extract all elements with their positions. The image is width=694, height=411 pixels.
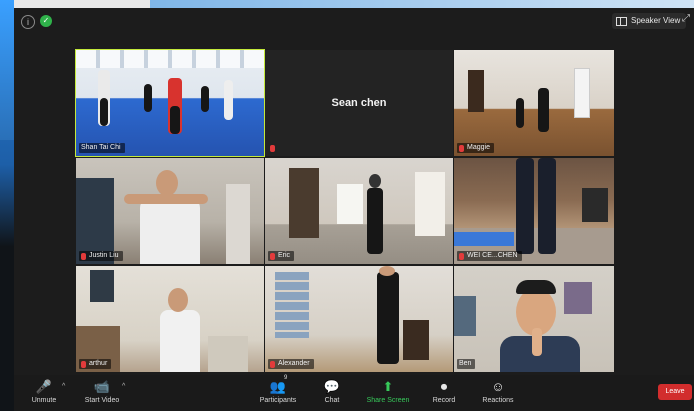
video-tile-sean-chen[interactable]: Sean chen [265,50,453,156]
participant-name: Shan Tai Chi [81,144,121,151]
muted-mic-icon [270,252,275,260]
participant-name-large: Sean chen [331,97,387,109]
muted-mic-icon [81,360,86,368]
chat-label: Chat [324,397,340,404]
participant-name-tag: Alexander [268,359,314,369]
video-tile-justin-liu[interactable]: Justin Liu [76,158,264,264]
audio-options-chevron-icon[interactable]: ^ [62,383,65,390]
desktop-edge [0,0,14,140]
muted-mic-icon [459,252,464,260]
chat-button[interactable]: 💬 Chat [302,377,362,409]
view-grid-icon [616,16,627,26]
video-tile-maggie[interactable]: Maggie [454,50,614,156]
video-tile-shan-tai-chi[interactable]: Shan Tai Chi [75,49,265,157]
leave-button[interactable]: Leave [658,384,692,400]
share-screen-button[interactable]: ⬆ Share Screen [358,377,418,409]
participants-label: Participants [259,397,297,404]
participant-name-tag: Shan Tai Chi [79,143,125,153]
participant-name-tag [268,143,279,153]
unmute-button[interactable]: 🎤 Unmute [14,377,74,409]
participant-name: Alexander [278,360,310,367]
video-tile-wei-ce-chen[interactable]: WEI CE...CHEN [454,158,614,264]
record-icon: ⏺ [440,379,448,394]
fullscreen-icon[interactable]: ⤢ [682,14,692,24]
video-tile-eric[interactable]: Eric [265,158,453,264]
record-button[interactable]: ⏺ Record [414,377,474,409]
chat-bubble-icon: 💬 [323,379,341,394]
participants-icon: 👥 [269,379,287,394]
participant-name: Maggie [467,144,490,151]
video-tile-arthur[interactable]: arthur [76,266,264,372]
participant-name: WEI CE...CHEN [467,252,518,259]
participants-button[interactable]: 👥 9 Participants [248,375,308,409]
participant-name-tag: Maggie [457,143,494,153]
meeting-toolbar: 🎤 Unmute ^ 📹 Start Video ^ 👥 9 Participa… [14,375,694,411]
participant-name-tag: Ben [457,359,476,369]
video-tile-ben[interactable]: Ben [454,266,614,372]
start-video-label: Start Video [84,397,120,404]
record-label: Record [432,397,456,404]
video-tile-alexander[interactable]: Alexander [265,266,453,372]
participant-name: Justin Liu [89,252,119,259]
unmute-label: Unmute [31,397,57,404]
share-screen-label: Share Screen [366,397,410,404]
video-options-chevron-icon[interactable]: ^ [122,383,125,390]
participant-name: Ben [459,360,472,367]
muted-mic-icon [270,360,275,368]
reactions-smiley-icon: ☺ [491,379,505,394]
speaker-view-button[interactable]: Speaker View [612,13,687,29]
participant-name: Eric [278,252,291,259]
participants-count-badge: 9 [284,375,288,381]
reactions-label: Reactions [482,397,514,404]
share-screen-icon: ⬆ [382,379,394,394]
info-icon[interactable]: i [21,15,35,29]
muted-mic-icon [270,144,275,152]
muted-mic-icon [459,144,464,152]
start-video-button[interactable]: 📹 Start Video [72,377,132,409]
muted-mic-icon [81,252,86,260]
participant-name-tag: arthur [79,359,112,369]
desktop-top-edge [150,0,694,8]
security-shield-icon[interactable]: ✓ [40,15,52,27]
zoom-meeting-window: i ✓ Speaker View ⤢ Shan Tai Chi Sean che… [14,8,694,411]
participant-name-tag: WEI CE...CHEN [457,251,522,261]
meeting-top-bar: i ✓ Speaker View ⤢ [14,8,694,36]
participant-name-tag: Eric [268,251,295,261]
reactions-button[interactable]: ☺ Reactions [468,377,528,409]
participant-name: arthur [89,360,108,367]
participant-name-tag: Justin Liu [79,251,123,261]
speaker-view-label: Speaker View [631,16,681,25]
